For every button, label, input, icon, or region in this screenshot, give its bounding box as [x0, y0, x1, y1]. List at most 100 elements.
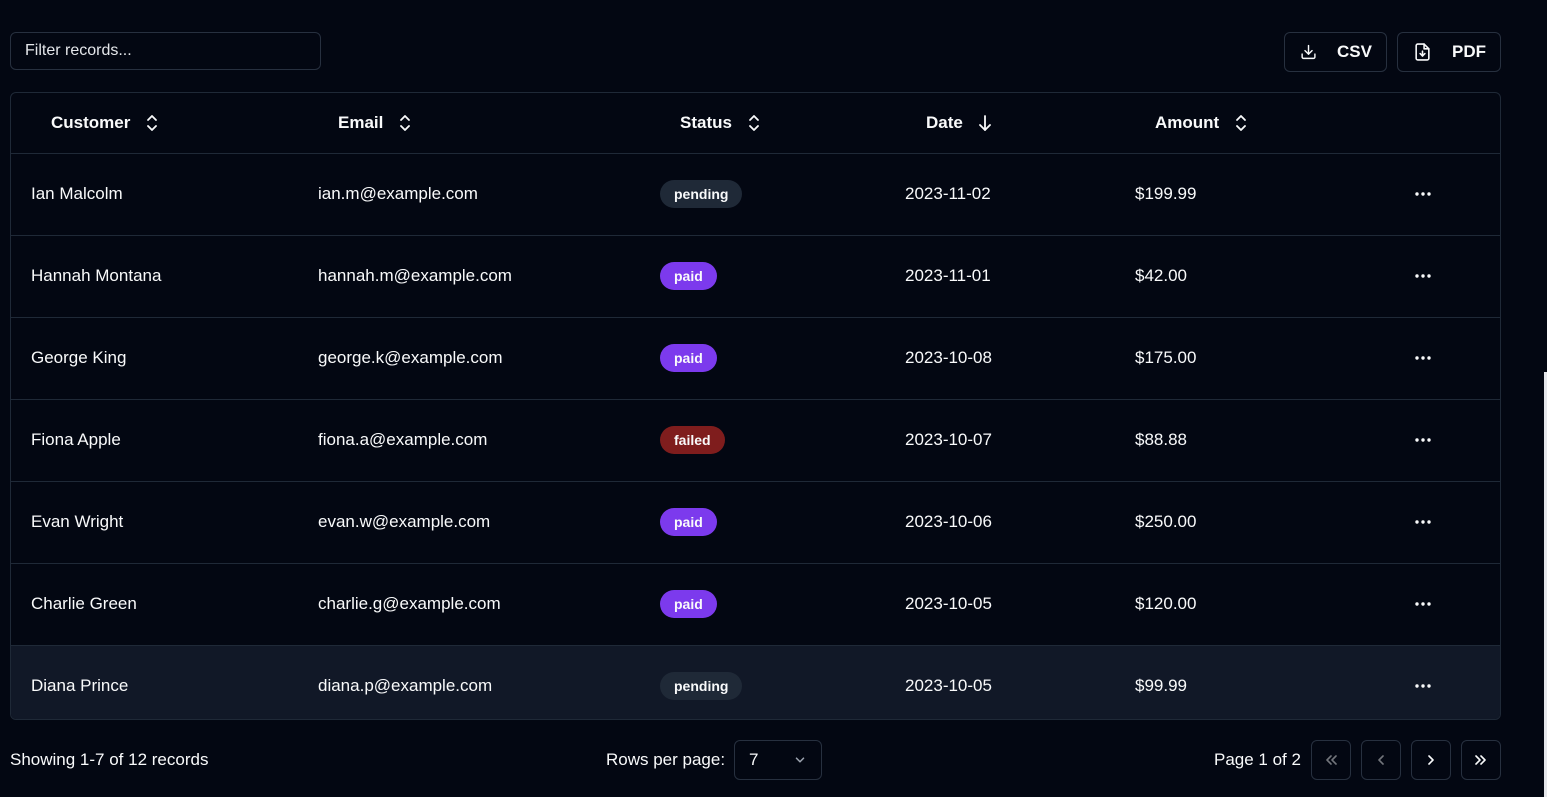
ellipsis-horizontal-icon: [1415, 438, 1431, 442]
chevrons-right-icon: [1475, 755, 1486, 765]
ellipsis-horizontal-icon: [1415, 192, 1431, 196]
email-cell: charlie.g@example.com: [318, 594, 501, 613]
ellipsis-horizontal-icon: [1415, 356, 1431, 360]
customer-cell: Hannah Montana: [31, 266, 162, 285]
status-badge: paid: [660, 262, 717, 290]
status-badge: failed: [660, 426, 725, 454]
status-badge: pending: [660, 672, 743, 700]
date-cell: 2023-10-08: [905, 348, 992, 367]
amount-cell: $250.00: [1135, 512, 1197, 531]
sort-icon: [1236, 115, 1247, 131]
table-row: Ian Malcolm ian.m@example.com pending 20…: [11, 154, 1500, 236]
previous-page-button[interactable]: [1361, 740, 1401, 780]
row-actions-button[interactable]: [1409, 236, 1437, 316]
export-pdf-label: PDF: [1452, 42, 1486, 61]
export-csv-label: CSV: [1337, 42, 1372, 61]
row-actions-button[interactable]: [1409, 564, 1437, 644]
status-badge: paid: [660, 590, 717, 618]
column-header-date[interactable]: Date: [926, 93, 993, 153]
last-page-button[interactable]: [1461, 740, 1501, 780]
status-cell: failed: [660, 400, 725, 480]
amount-cell: $88.88: [1135, 430, 1187, 449]
customer-cell: Fiona Apple: [31, 430, 121, 449]
rows-per-page-select[interactable]: 7: [734, 740, 822, 780]
records-count: Showing 1-7 of 12 records: [10, 750, 209, 769]
amount-cell: $199.99: [1135, 184, 1197, 203]
ellipsis-horizontal-icon: [1415, 684, 1431, 688]
date-cell: 2023-10-06: [905, 512, 992, 531]
sort-icon: [749, 115, 759, 131]
column-header-customer[interactable]: Customer: [51, 93, 160, 153]
status-cell: paid: [660, 564, 717, 644]
amount-cell: $99.99: [1135, 676, 1187, 695]
row-actions-button[interactable]: [1409, 646, 1437, 719]
amount-cell: $120.00: [1135, 594, 1197, 613]
customer-cell: Evan Wright: [31, 512, 124, 531]
table-row: George King george.k@example.com paid 20…: [11, 318, 1500, 400]
export-pdf-button[interactable]: PDF: [1397, 32, 1501, 72]
status-badge: pending: [660, 180, 743, 208]
ellipsis-horizontal-icon: [1415, 520, 1431, 524]
row-actions-button[interactable]: [1409, 154, 1437, 234]
date-cell: 2023-10-05: [905, 594, 992, 613]
download-icon: [1301, 44, 1316, 60]
email-cell: fiona.a@example.com: [318, 430, 488, 449]
table-row: Hannah Montana hannah.m@example.com paid…: [11, 236, 1500, 318]
table-header: Customer Email Status Date Amount: [11, 93, 1500, 154]
status-cell: paid: [660, 482, 717, 562]
rows-per-page-label: Rows per page:: [606, 750, 726, 769]
column-header-amount[interactable]: Amount: [1155, 93, 1249, 153]
row-actions-button[interactable]: [1409, 318, 1437, 398]
date-cell: 2023-10-05: [905, 676, 992, 695]
table-row: Fiona Apple fiona.a@example.com failed 2…: [11, 400, 1500, 482]
ellipsis-horizontal-icon: [1415, 602, 1431, 606]
toolbar: CSV PDF: [10, 32, 1501, 72]
column-label: Email: [338, 113, 384, 132]
date-cell: 2023-11-01: [905, 266, 991, 285]
column-label: Status: [680, 113, 732, 132]
column-header-email[interactable]: Email: [338, 93, 413, 153]
next-page-button[interactable]: [1411, 740, 1451, 780]
column-label: Amount: [1155, 113, 1220, 132]
amount-cell: $42.00: [1135, 266, 1187, 285]
file-download-icon: [1415, 43, 1430, 61]
table-row: Charlie Green charlie.g@example.com paid…: [11, 564, 1500, 646]
status-cell: pending: [660, 646, 743, 719]
customer-cell: George King: [31, 348, 127, 367]
row-actions-button[interactable]: [1409, 400, 1437, 480]
arrow-down-icon: [978, 115, 991, 131]
email-cell: george.k@example.com: [318, 348, 503, 367]
column-label: Date: [926, 113, 963, 132]
email-cell: ian.m@example.com: [318, 184, 478, 203]
column-header-status[interactable]: Status: [680, 93, 762, 153]
pagination-footer: Showing 1-7 of 12 records Rows per page:…: [10, 740, 1501, 780]
table-row: Evan Wright evan.w@example.com paid 2023…: [11, 482, 1500, 564]
chevrons-left-icon: [1326, 755, 1337, 765]
sort-icon: [147, 115, 158, 131]
first-page-button[interactable]: [1311, 740, 1351, 780]
status-badge: paid: [660, 344, 717, 372]
export-csv-button[interactable]: CSV: [1284, 32, 1387, 72]
rows-per-page-value: 7: [749, 750, 759, 769]
amount-cell: $175.00: [1135, 348, 1197, 367]
chevron-down-icon: [795, 757, 805, 763]
chevron-right-icon: [1428, 755, 1434, 765]
date-cell: 2023-10-07: [905, 430, 992, 449]
row-actions-button[interactable]: [1409, 482, 1437, 562]
email-cell: evan.w@example.com: [318, 512, 491, 531]
email-cell: hannah.m@example.com: [318, 266, 512, 285]
filter-input[interactable]: [10, 32, 321, 70]
sort-icon: [400, 115, 411, 131]
status-badge: paid: [660, 508, 717, 536]
date-cell: 2023-11-02: [905, 184, 991, 203]
ellipsis-horizontal-icon: [1415, 274, 1431, 278]
table-row: Diana Prince diana.p@example.com pending…: [11, 646, 1500, 719]
email-cell: diana.p@example.com: [318, 676, 493, 695]
status-cell: paid: [660, 236, 717, 316]
customer-cell: Diana Prince: [31, 676, 129, 695]
chevron-left-icon: [1378, 755, 1384, 765]
status-cell: paid: [660, 318, 717, 398]
status-cell: pending: [660, 154, 743, 234]
page-indicator: Page 1 of 2: [1214, 750, 1301, 769]
customer-cell: Ian Malcolm: [31, 184, 123, 203]
